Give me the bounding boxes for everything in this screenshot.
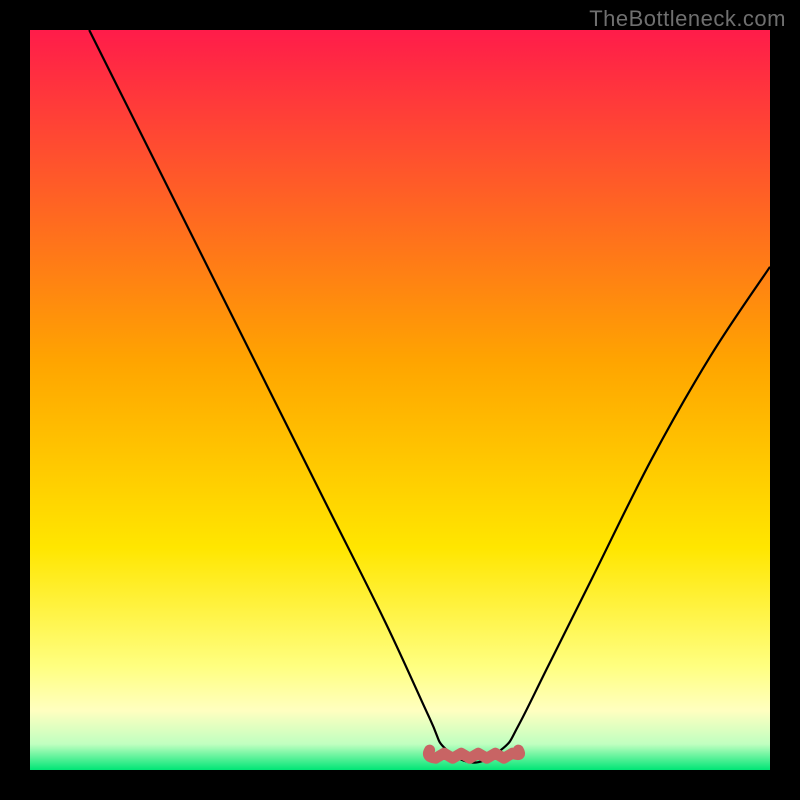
optimal-range-marker [428, 750, 519, 758]
plot-area [30, 30, 770, 770]
bottleneck-chart [30, 30, 770, 770]
watermark-text: TheBottleneck.com [589, 6, 786, 32]
chart-frame: TheBottleneck.com [0, 0, 800, 800]
gradient-background [30, 30, 770, 770]
